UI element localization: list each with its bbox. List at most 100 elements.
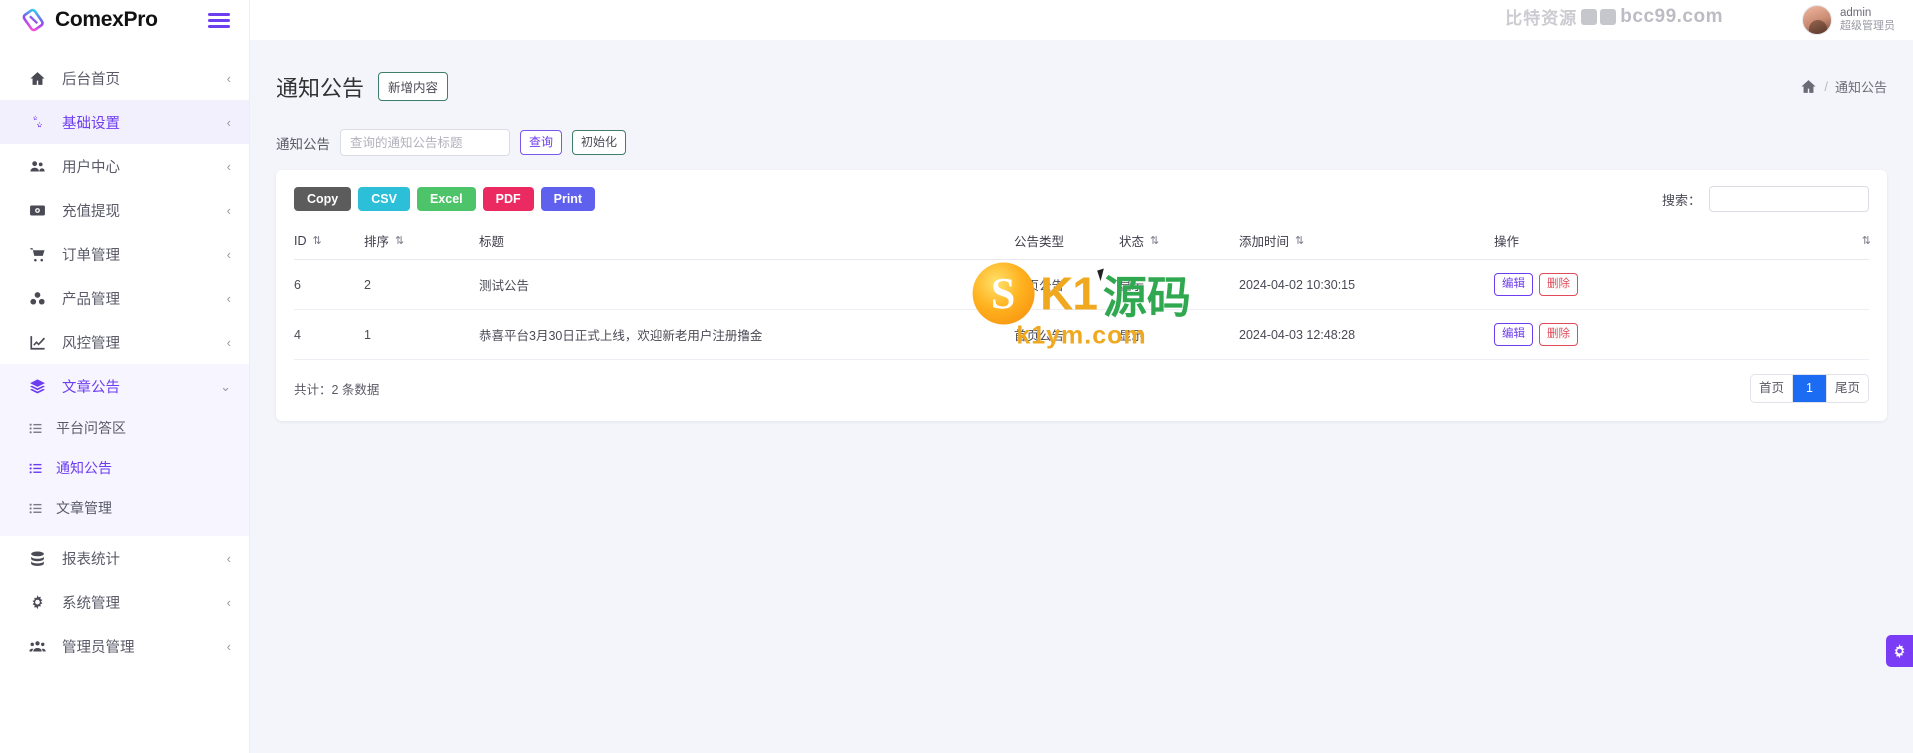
sidebar-item-order-management[interactable]: 订单管理 ‹ bbox=[0, 232, 249, 276]
sort-icon: ⇅ bbox=[1295, 235, 1304, 248]
col-type[interactable]: 公告类型 bbox=[1014, 222, 1119, 261]
chevron-left-icon: ‹ bbox=[226, 594, 231, 610]
sidebar-item-user-center[interactable]: 用户中心 ‹ bbox=[0, 144, 249, 188]
sidebar-item-label: 报表统计 bbox=[62, 551, 120, 568]
sort-icon: ⇅ bbox=[312, 235, 322, 248]
sidebar-subitem-label: 通知公告 bbox=[56, 460, 112, 476]
avatar bbox=[1802, 5, 1832, 35]
list-icon bbox=[26, 462, 44, 475]
brand-name: ComexPro bbox=[55, 8, 158, 31]
pager-first[interactable]: 首页 bbox=[1750, 375, 1793, 403]
sidebar-item-admin-management[interactable]: 管理员管理 ‹ bbox=[0, 624, 249, 668]
user-role: 超级管理员 bbox=[1840, 20, 1895, 33]
user-profile[interactable]: admin 超级管理员 bbox=[1802, 5, 1895, 35]
copy-button[interactable]: Copy bbox=[294, 187, 352, 212]
table-search-input[interactable] bbox=[1709, 186, 1869, 213]
table-card: Copy CSV Excel PDF Print 搜索： ID ⇅ 排序 ⇅ 标… bbox=[276, 170, 1887, 422]
page-title: 通知公告 bbox=[276, 75, 365, 101]
sidebar-subitem-notice-announcement[interactable]: 通知公告 bbox=[0, 448, 249, 488]
database-icon bbox=[26, 550, 48, 567]
gear-icon bbox=[1894, 643, 1905, 658]
sidebar-item-label: 系统管理 bbox=[62, 595, 120, 612]
sidebar-item-label: 基础设置 bbox=[62, 115, 120, 132]
sidebar-submenu-article: 平台问答区 通知公告 文章管理 bbox=[0, 408, 249, 536]
edit-button[interactable]: 编辑 bbox=[1494, 273, 1533, 297]
cell-order: 2 bbox=[364, 259, 479, 311]
notice-title-search-input[interactable] bbox=[340, 129, 510, 157]
user-name: admin bbox=[1840, 6, 1872, 19]
pagination: 首页 1 尾页 bbox=[1749, 374, 1869, 404]
settings-fab-button[interactable] bbox=[1886, 635, 1913, 667]
sidebar-subitem-label: 文章管理 bbox=[56, 500, 112, 516]
sidebar-item-basic-settings[interactable]: 基础设置 ‹ bbox=[0, 100, 249, 144]
chevron-left-icon: ‹ bbox=[226, 290, 231, 306]
col-id[interactable]: ID ⇅ bbox=[294, 222, 364, 261]
sidebar-item-label: 产品管理 bbox=[62, 291, 120, 308]
content-area: 通知公告 新增内容 / 通知公告 通知公告 查询 初始化 bbox=[250, 40, 1913, 753]
delete-button[interactable]: 删除 bbox=[1539, 273, 1578, 297]
brand-left: ComexPro bbox=[22, 7, 158, 33]
query-button[interactable]: 查询 bbox=[520, 130, 563, 156]
breadcrumb-separator: / bbox=[1824, 79, 1828, 95]
sidebar-toggle-button[interactable] bbox=[205, 10, 233, 31]
chevron-left-icon: ‹ bbox=[226, 70, 231, 86]
page-header-left: 通知公告 新增内容 bbox=[276, 56, 449, 117]
watermark-cn-text: 比特资源 bbox=[1505, 9, 1578, 28]
delete-button[interactable]: 删除 bbox=[1539, 323, 1578, 347]
hamburger-bar bbox=[208, 24, 230, 28]
chevron-down-icon: ⌄ bbox=[220, 378, 231, 394]
watermark-en-text: bcc99.com bbox=[1620, 5, 1723, 27]
sidebar-item-article-announcement[interactable]: 文章公告 ⌄ bbox=[0, 364, 249, 408]
sidebar-item-risk-management[interactable]: 风控管理 ‹ bbox=[0, 320, 249, 364]
sidebar-subitem-qa-zone[interactable]: 平台问答区 bbox=[0, 408, 249, 448]
main-region: 比特资源 bcc99.com admin 超级管理员 通知公告 新增内容 / 通… bbox=[250, 0, 1913, 753]
users-icon bbox=[26, 158, 48, 175]
user-meta: admin 超级管理员 bbox=[1840, 6, 1895, 34]
col-title[interactable]: 标题 bbox=[479, 222, 1014, 261]
sidebar-item-dashboard[interactable]: 后台首页 ‹ bbox=[0, 56, 249, 100]
filter-bar: 通知公告 查询 初始化 bbox=[276, 123, 1887, 170]
chart-line-icon bbox=[26, 334, 48, 351]
hamburger-bar bbox=[208, 12, 230, 16]
csv-button[interactable]: CSV bbox=[358, 187, 410, 212]
sidebar-item-recharge-withdraw[interactable]: 充值提现 ‹ bbox=[0, 188, 249, 232]
sidebar-item-product-management[interactable]: 产品管理 ‹ bbox=[0, 276, 249, 320]
pager-last[interactable]: 尾页 bbox=[1826, 375, 1868, 403]
edit-button[interactable]: 编辑 bbox=[1494, 323, 1533, 347]
chevron-left-icon: ‹ bbox=[226, 334, 231, 350]
col-actions[interactable]: 操作 ⇅ bbox=[1494, 222, 1871, 261]
sidebar-item-label: 风控管理 bbox=[62, 335, 120, 352]
cell-created-at: 2024-04-03 12:48:28 bbox=[1239, 309, 1494, 361]
col-order[interactable]: 排序 ⇅ bbox=[364, 222, 479, 261]
sidebar-item-report-statistics[interactable]: 报表统计 ‹ bbox=[0, 536, 249, 580]
table-search: 搜索： bbox=[1662, 186, 1869, 213]
add-content-button[interactable]: 新增内容 bbox=[378, 72, 449, 102]
sidebar-item-label: 后台首页 bbox=[62, 71, 120, 88]
sidebar-subitem-article-management[interactable]: 文章管理 bbox=[0, 488, 249, 528]
watermark-badges bbox=[1581, 8, 1617, 25]
reset-button[interactable]: 初始化 bbox=[572, 130, 627, 156]
notice-table: ID ⇅ 排序 ⇅ 标题 公告类型 状态 ⇅ 添加时间 ⇅ 操作 ⇅ 6 2 测… bbox=[294, 222, 1871, 361]
col-created-at[interactable]: 添加时间 ⇅ bbox=[1239, 222, 1494, 261]
chevron-left-icon: ‹ bbox=[226, 246, 231, 262]
pager-page-1[interactable]: 1 bbox=[1792, 375, 1827, 403]
excel-button[interactable]: Excel bbox=[416, 187, 476, 212]
table-toolbar: Copy CSV Excel PDF Print 搜索： bbox=[294, 186, 1869, 213]
sort-icon: ⇅ bbox=[395, 235, 404, 248]
money-icon bbox=[26, 202, 48, 219]
pdf-button[interactable]: PDF bbox=[482, 187, 534, 212]
filter-label: 通知公告 bbox=[276, 136, 330, 152]
sidebar-item-system-management[interactable]: 系统管理 ‹ bbox=[0, 580, 249, 624]
top-bar: 比特资源 bcc99.com admin 超级管理员 bbox=[250, 0, 1913, 40]
chevron-left-icon: ‹ bbox=[226, 202, 231, 218]
home-icon[interactable] bbox=[1800, 78, 1817, 95]
print-button[interactable]: Print bbox=[540, 187, 596, 212]
cell-status: 显示 bbox=[1119, 309, 1239, 361]
sidebar-item-label: 订单管理 bbox=[62, 247, 120, 264]
col-status[interactable]: 状态 ⇅ bbox=[1119, 222, 1239, 261]
cell-type: 首页公告 bbox=[1014, 309, 1119, 361]
sort-icon: ⇅ bbox=[1150, 235, 1159, 248]
sidebar-item-label: 文章公告 bbox=[62, 379, 120, 396]
chevron-left-icon: ‹ bbox=[226, 158, 231, 174]
cog-icon bbox=[26, 594, 48, 611]
